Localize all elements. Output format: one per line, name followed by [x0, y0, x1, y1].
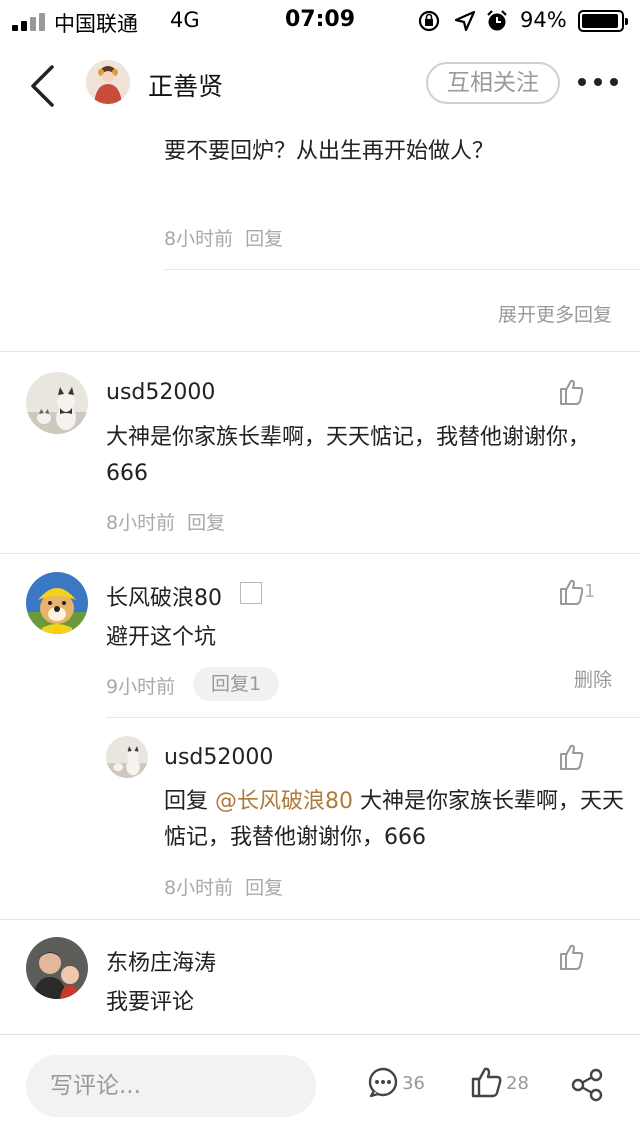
- follow-button[interactable]: 互相关注: [426, 62, 560, 104]
- reply-meta: 8小时前 回复: [164, 873, 283, 900]
- comment-text: 避开这个坑: [106, 625, 217, 650]
- battery-icon: [578, 10, 628, 32]
- comment-time: 8小时前: [164, 877, 234, 899]
- avatar[interactable]: [106, 736, 148, 778]
- nav-bar: 正善贤 互相关注: [0, 40, 640, 124]
- expand-more-replies[interactable]: 展开更多回复: [498, 300, 612, 327]
- partial-comment-meta: 8小时前 回复: [164, 224, 283, 251]
- comment-time: 9小时前: [106, 676, 176, 698]
- comment-text: 大神是你家族长辈啊，天天惦记，我替他谢谢你，666: [106, 425, 591, 486]
- reply-link[interactable]: 回复: [245, 877, 283, 899]
- reply-count-button[interactable]: 回复1: [193, 667, 280, 701]
- divider: [0, 919, 640, 920]
- divider: [164, 269, 640, 270]
- like-button[interactable]: 1: [558, 577, 598, 607]
- location-icon: [454, 10, 476, 32]
- comment-input[interactable]: 写评论...: [26, 1055, 316, 1117]
- back-arrow-icon[interactable]: [26, 64, 62, 108]
- page-title: 正善贤: [148, 72, 224, 101]
- badge-checkbox: [240, 582, 262, 604]
- divider: [0, 553, 640, 554]
- like-thumb-icon[interactable]: [558, 377, 598, 407]
- lock-rotation-icon: [418, 10, 440, 32]
- share-icon[interactable]: [570, 1065, 604, 1105]
- partial-comment-text: 了，厉害，骂人又删，666666，话都不会说，要不要回炉？从出生再开始做人？: [164, 124, 622, 164]
- reply-prefix: 回复: [164, 789, 209, 814]
- like-count: 1: [584, 581, 596, 602]
- delete-button[interactable]: 删除: [574, 665, 612, 692]
- status-icons: [418, 10, 507, 32]
- comment-username[interactable]: 长风破浪80: [106, 580, 222, 612]
- like-thumb-icon[interactable]: [558, 742, 598, 772]
- comment-time: 8小时前: [164, 228, 234, 250]
- avatar[interactable]: [26, 937, 88, 999]
- like-thumb-icon: [471, 1067, 502, 1098]
- comment-username[interactable]: usd52000: [106, 380, 215, 405]
- comment-list[interactable]: 了，厉害，骂人又删，666666，话都不会说，要不要回炉？从出生再开始做人？ 8…: [0, 124, 640, 1034]
- avatar[interactable]: [26, 572, 88, 634]
- battery-percent: 94%: [520, 8, 567, 32]
- comment-bubble-icon: [368, 1067, 398, 1098]
- bottom-bar: 写评论... 36 28: [0, 1034, 640, 1136]
- avatar[interactable]: [26, 372, 88, 434]
- user-avatar[interactable]: [86, 60, 130, 104]
- like-count: 28: [506, 1073, 529, 1094]
- comment-text: 我要评论: [106, 990, 195, 1015]
- comment-count: 36: [402, 1073, 425, 1094]
- comment-meta: 8小时前 回复: [106, 508, 225, 535]
- like-thumb-icon[interactable]: [558, 942, 598, 972]
- comments-button[interactable]: 36: [366, 1065, 428, 1105]
- mention-link[interactable]: @长风破浪80: [215, 789, 353, 814]
- comment-time: 8小时前: [106, 512, 176, 534]
- reply-link[interactable]: 回复: [245, 228, 283, 250]
- divider: [106, 717, 640, 718]
- more-options-icon[interactable]: [576, 70, 620, 94]
- reply-username[interactable]: usd52000: [164, 745, 273, 770]
- divider: [0, 351, 640, 352]
- alarm-icon: [487, 10, 507, 31]
- like-button[interactable]: 28: [470, 1065, 532, 1105]
- comment-username[interactable]: 东杨庄海涛: [106, 945, 216, 977]
- reply-text: 回复 @长风破浪80 大神是你家族长辈啊，天天惦记，我替他谢谢你，666: [164, 784, 624, 856]
- reply-link[interactable]: 回复: [187, 512, 225, 534]
- status-bar: 中国联通 4G 07:09 94%: [0, 0, 640, 40]
